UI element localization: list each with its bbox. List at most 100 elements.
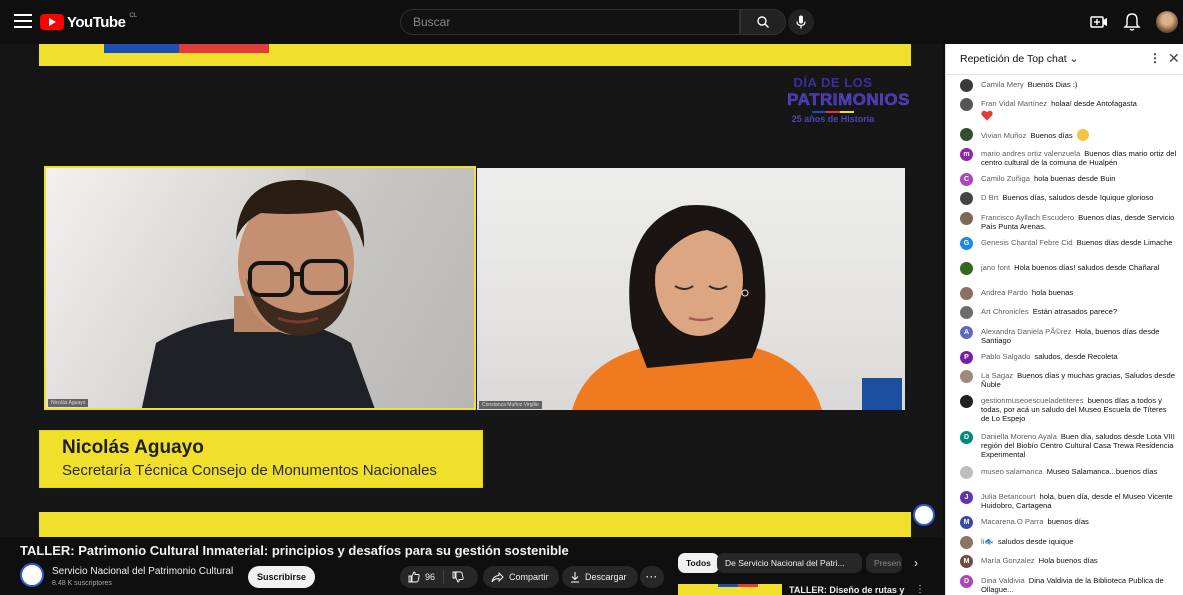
chat-author[interactable]: Genesis Chantal Febre Cid [981,238,1073,247]
related-video-thumbnail[interactable] [678,584,782,595]
like-dislike-group: 96 [400,566,478,588]
chat-author[interactable]: Camila Mery [981,80,1024,89]
chat-avatar[interactable]: P [960,351,973,364]
chat-avatar[interactable] [960,395,973,408]
chat-text: Buenos Dias :) [1027,80,1078,89]
chevron-down-icon: ⌄ [1069,53,1079,65]
chat-author[interactable]: La Sagaz [981,371,1013,380]
chat-avatar[interactable]: D [960,575,973,588]
search-input[interactable]: Buscar [400,9,740,35]
channel-watermark[interactable] [913,504,935,526]
chat-avatar[interactable] [960,79,973,92]
chat-author[interactable]: Vivian Muñoz [981,131,1026,140]
channel-avatar[interactable] [20,563,44,587]
event-logo-stripes [787,111,879,113]
chevron-right-icon[interactable]: › [906,553,926,573]
chat-avatar[interactable]: A [960,326,973,339]
close-icon[interactable]: ✕ [1168,50,1180,67]
account-avatar[interactable] [1156,11,1178,33]
chat-author[interactable]: Fran Vidal Martínez [981,99,1047,108]
chat-avatar[interactable]: m [960,148,973,161]
chat-message-body: Fran Vidal Martínez holaa! desde Antofaga… [981,99,1177,121]
chat-avatar[interactable] [960,370,973,383]
chat-author[interactable]: D Brt [981,193,998,202]
chat-menu-icon[interactable]: ⋮ [1149,51,1161,65]
chat-author[interactable]: li🐟 [981,537,994,546]
chat-avatar[interactable] [960,128,973,141]
voice-search-button[interactable] [788,9,814,35]
share-button[interactable]: Compartir [483,566,559,588]
chat-message-body: Daniella Moreno Ayala Buen día, saludos d… [981,432,1177,459]
chat-author[interactable]: Dina Valdivia [981,576,1025,585]
chat-avatar[interactable]: G [960,237,973,250]
chat-message-body: Vivian Muñoz Buenos días [981,129,1177,141]
chat-avatar[interactable] [960,287,973,300]
video-player[interactable]: DÍA DE LOS PATRIMONIOS 25 años de Histor… [0,44,943,537]
chat-mode-dropdown[interactable]: Repetición de Top chat ⌄ [960,53,1078,65]
chat-author[interactable]: mario andres ortiz valenzuela [981,149,1080,158]
filter-chip-presentations[interactable]: Presen [866,553,902,573]
more-actions-button[interactable]: ··· [640,566,664,588]
chat-avatar[interactable]: D [960,431,973,444]
dislike-button[interactable] [444,571,472,583]
chat-author[interactable]: Art Chronicles [981,307,1029,316]
chat-message-body: gestionmuseoescueladetiteres buenos días … [981,396,1177,423]
chat-text: Hola buenos días [1038,556,1098,565]
related-video-title[interactable]: TALLER: Diseño de rutas y [789,585,904,595]
speaker-right-image [572,205,902,410]
logo-text: YouTube [67,13,126,31]
create-video-icon[interactable] [1090,13,1108,31]
thumbs-down-icon [452,571,464,583]
download-button[interactable]: Descargar [562,566,638,588]
chat-text: Están atrasados parece? [1032,307,1118,316]
chat-author[interactable]: Camilo Zuñiga [981,174,1030,183]
download-label: Descargar [585,572,627,582]
chat-avatar[interactable] [960,466,973,479]
video-title: TALLER: Patrimonio Cultural Inmaterial: … [20,543,569,558]
chat-avatar[interactable]: J [960,491,973,504]
chat-message-body: D Brt Buenos días, saludos desde Iquique … [981,193,1177,202]
chat-avatar[interactable]: M [960,516,973,529]
chat-author[interactable]: Daniella Moreno Ayala [981,432,1057,441]
heart-emoji-icon [981,110,993,121]
chat-text: Buenos días, saludos desde Iquique glori… [1002,193,1154,202]
chat-avatar[interactable] [960,212,973,225]
right-camera-label: Constanza Muñoz Virgilio [479,401,542,409]
chat-avatar[interactable] [960,536,973,549]
chat-text: buenos días [1047,517,1089,526]
youtube-logo[interactable]: YouTube CL [40,13,137,31]
filter-chip-channel[interactable]: De Servicio Nacional del Patri... [717,553,862,573]
chat-avatar[interactable] [960,306,973,319]
share-icon [491,571,504,582]
chat-message-body: mario andres ortiz valenzuela Buenos días… [981,149,1177,167]
chat-avatar[interactable] [960,98,973,111]
subscribe-button[interactable]: Suscribirse [248,566,315,588]
chat-text: Museo Salamanca...buenos días [1046,467,1158,476]
like-button[interactable]: 96 [400,570,445,584]
chat-message-body: Francisco Ayllach Escudero Buenos días, d… [981,213,1177,231]
chat-avatar[interactable]: C [960,173,973,186]
chat-author[interactable]: María Gonzalez [981,556,1035,565]
chat-author[interactable]: Francisco Ayllach Escudero [981,213,1074,222]
flag-stripe-blue [104,44,179,53]
yellow-bottom-band [39,512,911,537]
chat-author[interactable]: Macarena.O Parra [981,517,1043,526]
chat-avatar[interactable] [960,262,973,275]
chat-author[interactable]: Pablo Salgado [981,352,1030,361]
chat-avatar[interactable]: M [960,555,973,568]
event-logo-line2: PATRIMONIOS [787,90,910,109]
related-video-menu-icon[interactable]: ⋮ [915,584,925,595]
channel-name[interactable]: Servicio Nacional del Patrimonio Cultura… [52,566,233,577]
search-button[interactable] [740,9,786,35]
notifications-bell-icon[interactable] [1123,12,1141,32]
chat-avatar[interactable] [960,192,973,205]
chat-author[interactable]: gestionmuseoescueladetiteres [981,396,1084,405]
chat-author[interactable]: Andrea Pardo [981,288,1028,297]
chat-author[interactable]: Julia Betancourt [981,492,1035,501]
menu-icon[interactable] [14,14,32,28]
filter-chip-all[interactable]: Todos [678,553,719,573]
chat-author[interactable]: museo salamanca [981,467,1043,476]
chat-author[interactable]: jano font [981,263,1010,272]
chat-author[interactable]: Alexandra Daniela PÃ©rez [981,327,1071,336]
chat-message-body: Art Chronicles Están atrasados parece? [981,307,1177,316]
